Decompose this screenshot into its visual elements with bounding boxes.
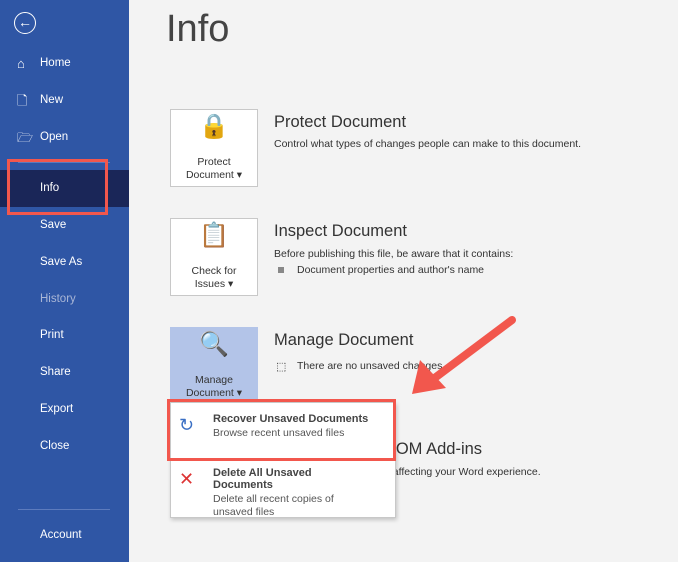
callout-arrow-icon xyxy=(412,316,516,394)
